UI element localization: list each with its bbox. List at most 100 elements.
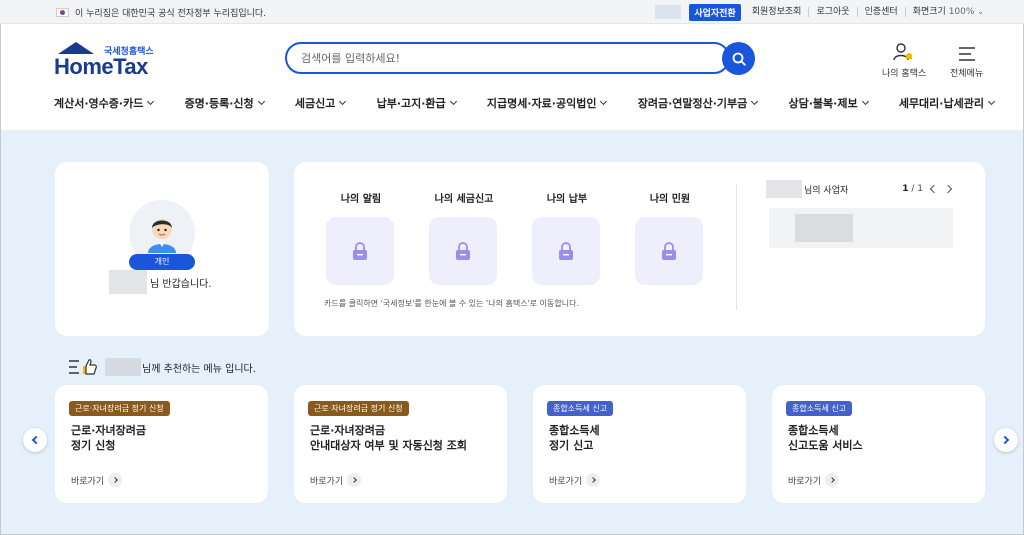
my-notice-tile[interactable]: 나의 알림 [326,190,396,285]
hamburger-menu-icon [958,47,975,61]
greeting-text: 님 반갑습니다. [150,278,212,290]
recommend-card[interactable]: 종합소득세 신고 종합소득세 신고도움 서비스 바로가기 [772,385,985,503]
business-label: 님의 사업자 [804,185,849,196]
nav-certificate-registration[interactable]: 증명·등록·신청 [185,95,265,111]
nav-incentive-yearend[interactable]: 장려금·연말정산·기부금 [638,95,759,111]
recommend-title-line: 신고도움 서비스 [788,439,863,452]
go-link[interactable]: 바로가기 [788,473,840,487]
my-civil-petition-tile[interactable]: 나의 민원 [635,190,705,285]
lock-icon [662,242,676,260]
my-tax-filing-tile[interactable]: 나의 세금신고 [429,190,499,285]
lock-icon [456,242,470,260]
chevron-down-icon [751,97,759,106]
recommend-title-text: 님께 추천하는 메뉴 입니다. [142,363,256,375]
all-menu-button[interactable]: 전체메뉴 [950,40,983,79]
chevron-down-icon [449,97,457,106]
pager-status: 1 / 1 [902,184,923,194]
my-hometax-card: 나의 알림 나의 세금신고 나의 납부 나의 민원 카드를 클릭하면 '국세정보… [294,162,985,336]
logo-title: HomeTax [54,54,148,79]
nav-invoice-receipt-card[interactable]: 계산서·영수증·카드 [54,95,155,111]
tile-label: 나의 알림 [340,194,382,205]
chevron-down-icon [339,97,347,106]
business-item[interactable] [769,208,953,248]
my-hometax-button[interactable]: 나의 홈택스 [882,40,926,79]
zoom-label: 화면크기 [912,7,946,17]
recommend-title-line: 근로·자녀장려금 [71,424,147,437]
slide-next-button[interactable] [994,428,1018,452]
redacted-user-name [105,358,141,376]
go-link[interactable]: 바로가기 [71,473,123,487]
recommend-tag: 종합소득세 신고 [547,401,614,416]
nav-tax-agent[interactable]: 세무대리·납세관리 [898,95,995,111]
tile-label: 나의 민원 [649,194,691,205]
lock-icon [353,242,367,260]
arrow-right-icon [825,473,840,487]
go-link[interactable]: 바로가기 [310,473,362,487]
chevron-right-icon[interactable] [943,184,953,194]
tile-label: 나의 납부 [546,194,588,205]
recommend-tag: 근로·자녀장려금 정기 신청 [308,401,409,416]
nav-label: 세금신고 [294,97,336,110]
chevron-down-icon [257,97,265,106]
chevron-down-icon [861,97,869,106]
arrow-right-icon [586,473,601,487]
hometax-logo[interactable]: 국세청홈택스 HomeTax [54,42,154,79]
user-bell-icon [893,43,913,61]
lock-icon [559,242,573,260]
gov-utility-bar: 이 누리집은 대한민국 공식 전자정부 누리집입니다. 사업자전환 회원정보조회… [0,0,1024,24]
search-button[interactable] [722,42,755,75]
pager-current: 1 [902,184,909,194]
go-link[interactable]: 바로가기 [549,473,601,487]
member-info-link[interactable]: 회원정보조회 [745,7,809,17]
recommend-title-line: 안내대상자 여부 및 자동신청 조회 [310,439,467,452]
recommend-card[interactable]: 근로·자녀장려금 정기 신청 근로·자녀장려금 안내대상자 여부 및 자동신청 … [294,385,507,503]
logout-link[interactable]: 로그아웃 [808,7,856,17]
person-avatar-icon [148,219,176,253]
nav-label: 계산서·영수증·카드 [54,97,144,110]
korea-flag-icon [56,8,69,17]
gov-notice: 이 누리집은 대한민국 공식 전자정부 누리집입니다. [56,6,266,19]
recommend-card[interactable]: 근로·자녀장려금 정기 신청 근로·자녀장려금 정기 신청 바로가기 [55,385,268,503]
chevron-down-icon [600,97,608,106]
redacted-user-name [655,5,682,19]
recommend-title-line: 근로·자녀장려금 [310,424,386,437]
nav-label: 납부·고지·환급 [376,97,446,110]
go-label: 바로가기 [788,476,822,487]
zoom-control[interactable]: 화면크기 100% ⌄ [904,7,984,17]
recommend-title: 종합소득세 정기 신고 [549,423,600,453]
business-header: 님의 사업자 [766,180,848,198]
pager-total: / 1 [911,184,923,194]
profile-card: 개인 님 반갑습니다. [55,162,269,336]
recommend-card[interactable]: 종합소득세 신고 종합소득세 정기 신고 바로가기 [533,385,746,503]
redacted-user-name [766,180,802,198]
go-label: 바로가기 [549,476,583,487]
arrow-right-icon [108,473,123,487]
nav-consult-appeal[interactable]: 상담·불복·제보 [789,95,869,111]
arrow-right-icon [347,473,362,487]
main-content: 개인 님 반갑습니다. 나의 알림 나의 세금신고 나의 납부 나의 민원 카드… [1,130,1023,534]
my-payment-tile[interactable]: 나의 납부 [532,190,602,285]
nav-label: 지급명세·자료·공익법인 [486,97,597,110]
nav-label: 세무대리·납세관리 [898,97,984,110]
slide-prev-button[interactable] [23,428,47,452]
search-input[interactable] [301,51,701,65]
redacted-user-name [109,270,147,294]
thumbs-up-list-icon [69,359,97,375]
recommend-tag: 근로·자녀장려금 정기 신청 [69,401,170,416]
recommend-heading: 님께 추천하는 메뉴 입니다. [69,358,256,376]
recommend-title: 근로·자녀장려금 안내대상자 여부 및 자동신청 조회 [310,423,467,453]
chevron-down-icon [147,97,155,106]
nav-tax-filing[interactable]: 세금신고 [294,95,347,111]
utility-links: 사업자전환 회원정보조회 로그아웃 인증센터 화면크기 100% ⌄ [655,3,984,21]
nav-payment-notice-refund[interactable]: 납부·고지·환급 [376,95,457,111]
search-bar [285,42,730,74]
cert-center-link[interactable]: 인증센터 [856,7,905,17]
biz-switch-button[interactable]: 사업자전환 [689,3,741,21]
redacted-business-info [795,214,853,242]
chevron-down-icon: ⌄ [977,7,984,16]
go-label: 바로가기 [310,476,344,487]
nav-payment-statement[interactable]: 지급명세·자료·공익법인 [486,95,608,111]
zoom-value: 100% [948,7,975,17]
chevron-left-icon[interactable] [929,184,939,194]
house-roof-icon [58,42,94,54]
